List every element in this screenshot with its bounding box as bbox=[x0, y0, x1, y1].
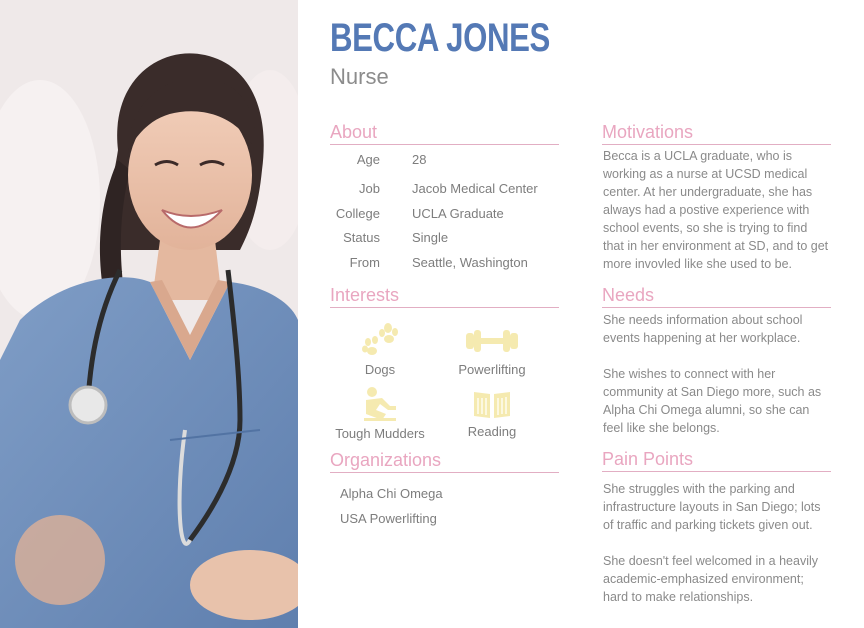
motivations-heading: Motivations bbox=[602, 122, 831, 145]
about-label: Age bbox=[356, 152, 380, 167]
interest-label: Tough Mudders bbox=[335, 426, 425, 441]
interest-item: Dogs bbox=[325, 320, 435, 377]
interest-label: Dogs bbox=[364, 362, 396, 377]
about-row-age: Age 28 bbox=[330, 152, 570, 170]
about-value: Seattle, Washington bbox=[412, 255, 528, 270]
pain-points-paragraph: She doesn't feel welcomed in a heavily a… bbox=[603, 554, 819, 604]
interest-item: Powerlifting bbox=[437, 320, 547, 377]
about-value: UCLA Graduate bbox=[412, 206, 504, 221]
about-row-college: College UCLA Graduate bbox=[330, 206, 570, 224]
runner-icon bbox=[364, 387, 396, 421]
about-row-from: From Seattle, Washington bbox=[330, 255, 570, 273]
about-value: Jacob Medical Center bbox=[412, 181, 538, 196]
dumbbell-icon bbox=[466, 330, 518, 352]
interest-item: Tough Mudders bbox=[325, 386, 435, 441]
paw-icon bbox=[362, 323, 398, 355]
pain-points-heading: Pain Points bbox=[602, 449, 831, 472]
about-value: 28 bbox=[412, 152, 427, 167]
persona-photo bbox=[0, 0, 298, 628]
interest-item: Reading bbox=[437, 388, 547, 439]
about-value: Single bbox=[412, 230, 449, 245]
about-label: Status bbox=[343, 230, 380, 245]
book-icon bbox=[474, 392, 510, 418]
interest-label: Powerlifting bbox=[458, 362, 526, 377]
about-label: From bbox=[349, 255, 380, 270]
organization-item: USA Powerlifting bbox=[340, 511, 437, 526]
about-row-status: Status Single bbox=[330, 230, 570, 248]
interest-label: Reading bbox=[467, 424, 517, 439]
organization-item: Alpha Chi Omega bbox=[340, 486, 443, 501]
about-label: Job bbox=[359, 181, 380, 196]
needs-paragraph: She wishes to connect with her community… bbox=[603, 367, 822, 435]
about-row-job: Job Jacob Medical Center bbox=[330, 181, 570, 199]
persona-name: Becca Jones bbox=[330, 16, 550, 60]
needs-heading: Needs bbox=[602, 285, 831, 308]
needs-paragraph: She needs information about school event… bbox=[603, 313, 803, 345]
about-heading: About bbox=[330, 122, 559, 145]
nurse-illustration bbox=[0, 0, 298, 628]
pain-points-paragraph: She struggles with the parking and infra… bbox=[603, 482, 821, 532]
about-label: College bbox=[335, 206, 380, 221]
organizations-heading: Organizations bbox=[330, 450, 559, 473]
persona-role: Nurse bbox=[330, 64, 389, 89]
motivations-text: Becca is a UCLA graduate, who is working… bbox=[603, 149, 829, 271]
interests-heading: Interests bbox=[330, 285, 559, 308]
